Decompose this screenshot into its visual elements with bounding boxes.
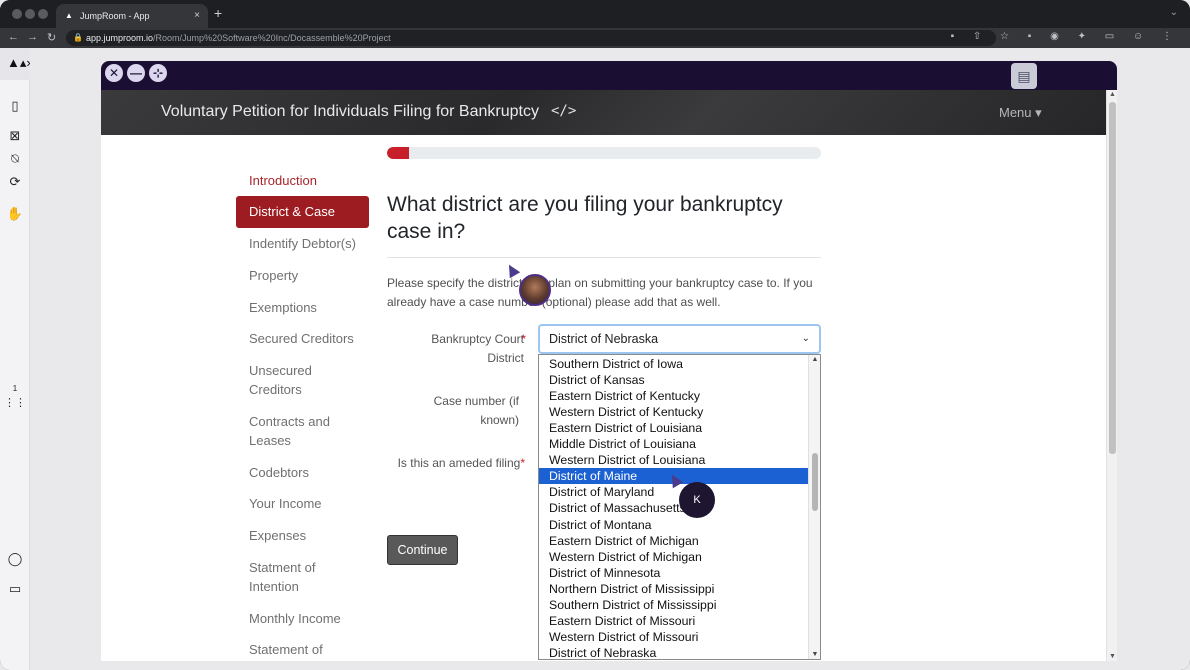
nav-item-statement-intention[interactable]: Statment of Intention: [236, 558, 326, 596]
source-code-icon[interactable]: </>: [551, 103, 576, 119]
divider: [387, 257, 821, 258]
options-scroll-down-icon[interactable]: ▼: [809, 651, 820, 658]
minimize-window-dot[interactable]: [25, 9, 35, 19]
court-district-select-value: District of Nebraska: [549, 332, 659, 346]
screen-share-icon[interactable]: ⟳: [0, 174, 30, 190]
clipboard-icon[interactable]: ▤: [1011, 63, 1037, 89]
question-description: Please specify the district you plan on …: [387, 276, 813, 309]
tab-search-chevron-icon[interactable]: ⌄: [1170, 7, 1178, 18]
court-district-label: Bankruptcy Court District *: [401, 330, 526, 368]
required-mark: *: [521, 332, 526, 346]
court-district-label-text: Bankruptcy Court District: [431, 332, 524, 365]
page-scroll-thumb[interactable]: [1109, 102, 1116, 454]
lock-icon: 🔒: [73, 33, 83, 42]
district-option[interactable]: District of Nebraska: [539, 645, 809, 659]
back-arrow-icon[interactable]: ←: [8, 31, 19, 43]
mic-off-icon[interactable]: ⍉: [0, 151, 30, 167]
new-tab-button[interactable]: +: [214, 5, 222, 21]
folder-icon[interactable]: ▭: [0, 581, 30, 597]
camera-off-icon[interactable]: ⊠: [0, 128, 30, 144]
app-window: ✕ — ⊹ ▤ Voluntary Petition for Individua…: [101, 61, 1117, 661]
door-icon[interactable]: ▯: [0, 98, 30, 114]
options-scroll-up-icon[interactable]: ▲: [809, 356, 820, 363]
page-scrollbar[interactable]: ▲ ▼: [1106, 90, 1117, 661]
amended-filing-label: Is this an ameded filing*: [377, 454, 525, 473]
nav-item-monthly-income[interactable]: Monthly Income: [236, 609, 369, 628]
nav-item-exemptions[interactable]: Exemptions: [236, 298, 369, 317]
nav-item-expenses[interactable]: Expenses: [236, 526, 369, 545]
required-mark: *: [520, 456, 525, 470]
page-counter: 1: [12, 384, 18, 393]
continue-button[interactable]: Continue: [387, 535, 458, 565]
chevron-down-icon: ⌄: [801, 333, 810, 344]
district-option[interactable]: Eastern District of Louisiana: [539, 420, 809, 436]
reload-icon[interactable]: ↻: [47, 31, 56, 44]
collapse-icon[interactable]: ⊹: [149, 64, 167, 82]
district-option[interactable]: Western District of Michigan: [539, 549, 809, 565]
url-host: app.jumproom.io: [86, 33, 154, 43]
district-option[interactable]: Eastern District of Michigan: [539, 533, 809, 549]
nav-item-contracts-leases[interactable]: Contracts and Leases: [236, 412, 336, 450]
nav-item-secured-creditors[interactable]: Secured Creditors: [236, 329, 369, 348]
nav-item-your-income[interactable]: Your Income: [236, 494, 369, 513]
extension-icons[interactable]: ▪ ⇧ ☆ ▪ ◉ ✦ ▭ ☺ ⋮: [951, 31, 1180, 42]
district-option[interactable]: Southern District of Mississippi: [539, 597, 809, 613]
district-option[interactable]: Eastern District of Kentucky: [539, 388, 809, 404]
forward-arrow-icon[interactable]: →: [27, 31, 38, 43]
case-number-label: Case number (if known): [433, 394, 519, 427]
maximize-window-dot[interactable]: [38, 9, 48, 19]
district-option[interactable]: District of Minnesota: [539, 565, 809, 581]
tab-bar: ▲ JumpRoom - App × + ⌄: [0, 0, 1190, 28]
scroll-down-arrow-icon[interactable]: ▼: [1108, 653, 1117, 660]
page-header: Voluntary Petition for Individuals Filin…: [101, 90, 1106, 135]
district-option[interactable]: District of Montana: [539, 517, 809, 533]
close-icon[interactable]: ✕: [105, 64, 123, 82]
amended-filing-label-text: Is this an ameded filing: [397, 456, 521, 470]
district-option[interactable]: Western District of Kentucky: [539, 404, 809, 420]
browser-window: ▲ JumpRoom - App × + ⌄ ← → ↻ 🔒 app.jumpr…: [0, 0, 1190, 670]
scroll-up-arrow-icon[interactable]: ▲: [1108, 91, 1117, 98]
nav-item-property[interactable]: Property: [236, 266, 369, 285]
nav-item-statement-of[interactable]: Statement of: [236, 640, 369, 659]
district-option[interactable]: Eastern District of Missouri: [539, 613, 809, 629]
page-title: Voluntary Petition for Individuals Filin…: [161, 103, 539, 120]
court-district-select[interactable]: District of Nebraska ⌄: [538, 324, 821, 354]
close-window-dot[interactable]: [12, 9, 22, 19]
nav-item-introduction[interactable]: Introduction: [236, 171, 369, 190]
workspace: ✕ — ⊹ ▤ Voluntary Petition for Individua…: [30, 48, 1190, 670]
district-option[interactable]: Western District of Louisiana: [539, 452, 809, 468]
progress-fill: [387, 147, 409, 159]
app-rail: ▲▴› ▯ ⊠ ⍉ ⟳ ✋ 1 ⋮⋮ ◯ ▭: [0, 48, 38, 670]
browser-tab[interactable]: ▲ JumpRoom - App ×: [56, 4, 208, 28]
options-scroll-thumb[interactable]: [812, 453, 818, 511]
participant-badge[interactable]: K: [679, 482, 715, 518]
nav-item-unsecured-creditors[interactable]: Unsecured Creditors: [236, 361, 336, 399]
nav-item-identify-debtors[interactable]: Indentify Debtor(s): [236, 234, 369, 253]
address-bar-row: ← → ↻ 🔒 app.jumproom.io/Room/Jump%20Soft…: [0, 28, 1190, 48]
menu-dropdown[interactable]: Menu ▾: [999, 105, 1042, 121]
jumproom-logo-icon: ▲▴›: [7, 55, 31, 70]
window-toolbar: ✕ — ⊹ ▤: [101, 61, 1117, 90]
question-heading: What district are you filing your bankru…: [387, 193, 783, 243]
raise-hand-icon[interactable]: ✋: [0, 206, 30, 222]
district-option[interactable]: Northern District of Mississippi: [539, 581, 809, 597]
minimize-icon[interactable]: —: [127, 64, 145, 82]
district-option[interactable]: Southern District of Iowa: [539, 356, 809, 372]
district-option[interactable]: District of Kansas: [539, 372, 809, 388]
chat-icon[interactable]: ◯: [0, 551, 30, 567]
district-option[interactable]: Western District of Missouri: [539, 629, 809, 645]
url-field[interactable]: 🔒 app.jumproom.io/Room/Jump%20Software%2…: [66, 30, 996, 46]
district-option[interactable]: Middle District of Louisiana: [539, 436, 809, 452]
progress-bar: [387, 147, 821, 159]
close-tab-icon[interactable]: ×: [194, 4, 200, 28]
tab-title: JumpRoom - App: [80, 11, 150, 21]
url-path: /Room/Jump%20Software%20Inc/Docassemble%…: [153, 33, 391, 43]
nav-item-district-case[interactable]: District & Case: [236, 196, 369, 228]
grid-icon[interactable]: ⋮⋮: [0, 396, 30, 409]
participant-avatar[interactable]: [519, 274, 551, 306]
nav-item-codebtors[interactable]: Codebtors: [236, 463, 369, 482]
jumproom-favicon-icon: ▲: [65, 11, 73, 20]
options-scrollbar[interactable]: ▲ ▼: [808, 355, 820, 659]
district-option[interactable]: District of Massachusetts: [539, 500, 809, 516]
